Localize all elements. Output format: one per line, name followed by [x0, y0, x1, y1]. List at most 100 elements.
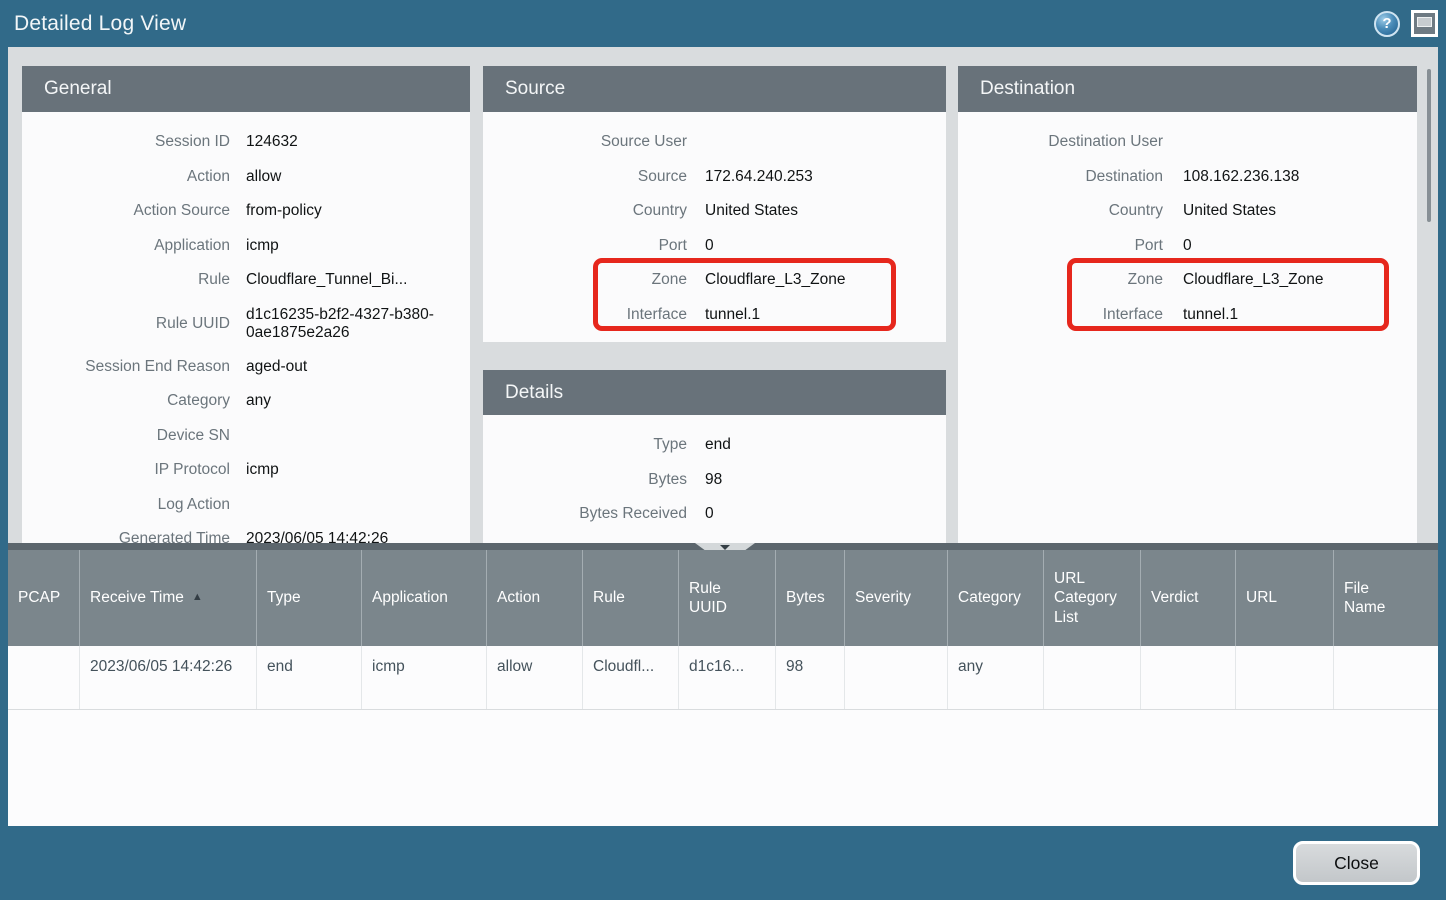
field-label: Source [483, 168, 687, 186]
dialog-footer: Close [0, 826, 1446, 900]
panel-destination-title: Destination [980, 78, 1075, 100]
field-label: Rule UUID [22, 315, 230, 333]
field-value: d1c16235-b2f2-4327-b380-0ae1875e2a26 [246, 306, 446, 342]
field-label: Interface [958, 306, 1163, 324]
column-header-receive-time[interactable]: Receive Time ▲ [80, 550, 257, 646]
column-header-url[interactable]: URL [1236, 550, 1334, 646]
column-header-application[interactable]: Application [362, 550, 487, 646]
column-header-type[interactable]: Type [257, 550, 362, 646]
column-header-severity[interactable]: Severity [845, 550, 948, 646]
field-action: Action allow [22, 160, 470, 195]
field-rule-uuid: Rule UUID d1c16235-b2f2-4327-b380-0ae187… [22, 298, 470, 350]
field-value: tunnel.1 [1183, 306, 1417, 324]
panel-details-body: Type end Bytes 98 Bytes Received 0 [483, 415, 946, 532]
column-header-file-name[interactable]: File Name [1334, 550, 1438, 646]
field-label: Bytes [483, 471, 687, 489]
field-source-user: Source User [483, 125, 946, 160]
column-header-rule-uuid[interactable]: Rule UUID [679, 550, 776, 646]
cell-bytes: 98 [776, 646, 845, 709]
field-application: Application icmp [22, 229, 470, 264]
cell-url-category-list [1044, 646, 1141, 709]
field-label: Device SN [22, 427, 230, 445]
field-label: Application [22, 237, 230, 255]
field-label: IP Protocol [22, 461, 230, 479]
cell-verdict [1141, 646, 1236, 709]
panel-source-body: Source User Source 172.64.240.253 Countr… [483, 112, 946, 332]
panel-destination-header: Destination [958, 66, 1417, 112]
field-action-source: Action Source from-policy [22, 194, 470, 229]
column-header-verdict[interactable]: Verdict [1141, 550, 1236, 646]
cell-application: icmp [362, 646, 487, 709]
field-source-country: Country United States [483, 194, 946, 229]
field-destination-address: Destination 108.162.236.138 [958, 160, 1417, 195]
log-table-row[interactable]: 2023/06/05 14:42:26 end icmp allow Cloud… [8, 646, 1438, 710]
column-header-rule[interactable]: Rule [583, 550, 679, 646]
field-value: allow [246, 168, 470, 186]
field-bytes-received: Bytes Received 0 [483, 497, 946, 532]
field-source-interface: Interface tunnel.1 [483, 298, 946, 333]
field-value: Cloudflare_L3_Zone [705, 271, 946, 289]
panel-source-title: Source [505, 78, 565, 100]
field-value: from-policy [246, 202, 470, 220]
field-destination-interface: Interface tunnel.1 [958, 298, 1417, 333]
field-session-end-reason: Session End Reason aged-out [22, 350, 470, 385]
cell-receive-time: 2023/06/05 14:42:26 [80, 646, 257, 709]
field-label: Destination [958, 168, 1163, 186]
field-label: Zone [483, 271, 687, 289]
sort-ascending-icon: ▲ [192, 591, 203, 605]
close-button[interactable]: Close [1293, 841, 1420, 885]
field-label: Country [483, 202, 687, 220]
column-header-category[interactable]: Category [948, 550, 1044, 646]
panel-source: Source Source User Source 172.64.240.253… [483, 66, 946, 342]
field-label: Destination User [958, 133, 1163, 151]
panel-details-title: Details [505, 382, 563, 404]
log-table: PCAP Receive Time ▲ Type Application Act… [8, 550, 1438, 826]
pane-splitter[interactable] [8, 543, 1438, 550]
log-table-header-row: PCAP Receive Time ▲ Type Application Act… [8, 550, 1438, 646]
field-source-address: Source 172.64.240.253 [483, 160, 946, 195]
field-label: Action Source [22, 202, 230, 220]
field-label: Country [958, 202, 1163, 220]
dialog-titlebar: Detailed Log View ? [0, 0, 1446, 47]
column-header-action[interactable]: Action [487, 550, 583, 646]
field-label: Session ID [22, 133, 230, 151]
titlebar-icons: ? [1374, 0, 1438, 47]
chevron-down-icon [720, 545, 730, 550]
field-value: 0 [705, 237, 946, 255]
vertical-scrollbar[interactable] [1427, 69, 1431, 222]
field-label: Type [483, 436, 687, 454]
dialog-title: Detailed Log View [0, 12, 186, 36]
splitter-collapse-handle[interactable] [695, 543, 755, 550]
field-label: Zone [958, 271, 1163, 289]
help-icon[interactable]: ? [1374, 11, 1400, 37]
field-value: 0 [1183, 237, 1417, 255]
column-header-url-category-list[interactable]: URL Category List [1044, 550, 1141, 646]
field-value: icmp [246, 237, 470, 255]
restore-window-icon[interactable] [1411, 10, 1438, 37]
field-label: Generated Time [22, 530, 230, 543]
field-destination-zone: Zone Cloudflare_L3_Zone [958, 263, 1417, 298]
cell-action: allow [487, 646, 583, 709]
field-type: Type end [483, 428, 946, 463]
field-destination-port: Port 0 [958, 229, 1417, 264]
field-label: Rule [22, 271, 230, 289]
field-value: 172.64.240.253 [705, 168, 946, 186]
field-value: icmp [246, 461, 470, 479]
column-header-bytes[interactable]: Bytes [776, 550, 845, 646]
field-rule: Rule Cloudflare_Tunnel_Bi... [22, 263, 470, 298]
cell-file-name [1334, 646, 1438, 709]
column-header-pcap[interactable]: PCAP [8, 550, 80, 646]
field-label: Action [22, 168, 230, 186]
field-category: Category any [22, 384, 470, 419]
panel-details-header: Details [483, 370, 946, 415]
field-value: tunnel.1 [705, 306, 946, 324]
field-value: United States [705, 202, 946, 220]
field-value: United States [1183, 202, 1417, 220]
panel-general-header: General [22, 66, 470, 112]
field-label: Port [958, 237, 1163, 255]
field-value: 0 [705, 505, 946, 523]
field-log-action: Log Action [22, 488, 470, 523]
field-label: Source User [483, 133, 687, 151]
field-value: any [246, 392, 470, 410]
panel-source-header: Source [483, 66, 946, 112]
